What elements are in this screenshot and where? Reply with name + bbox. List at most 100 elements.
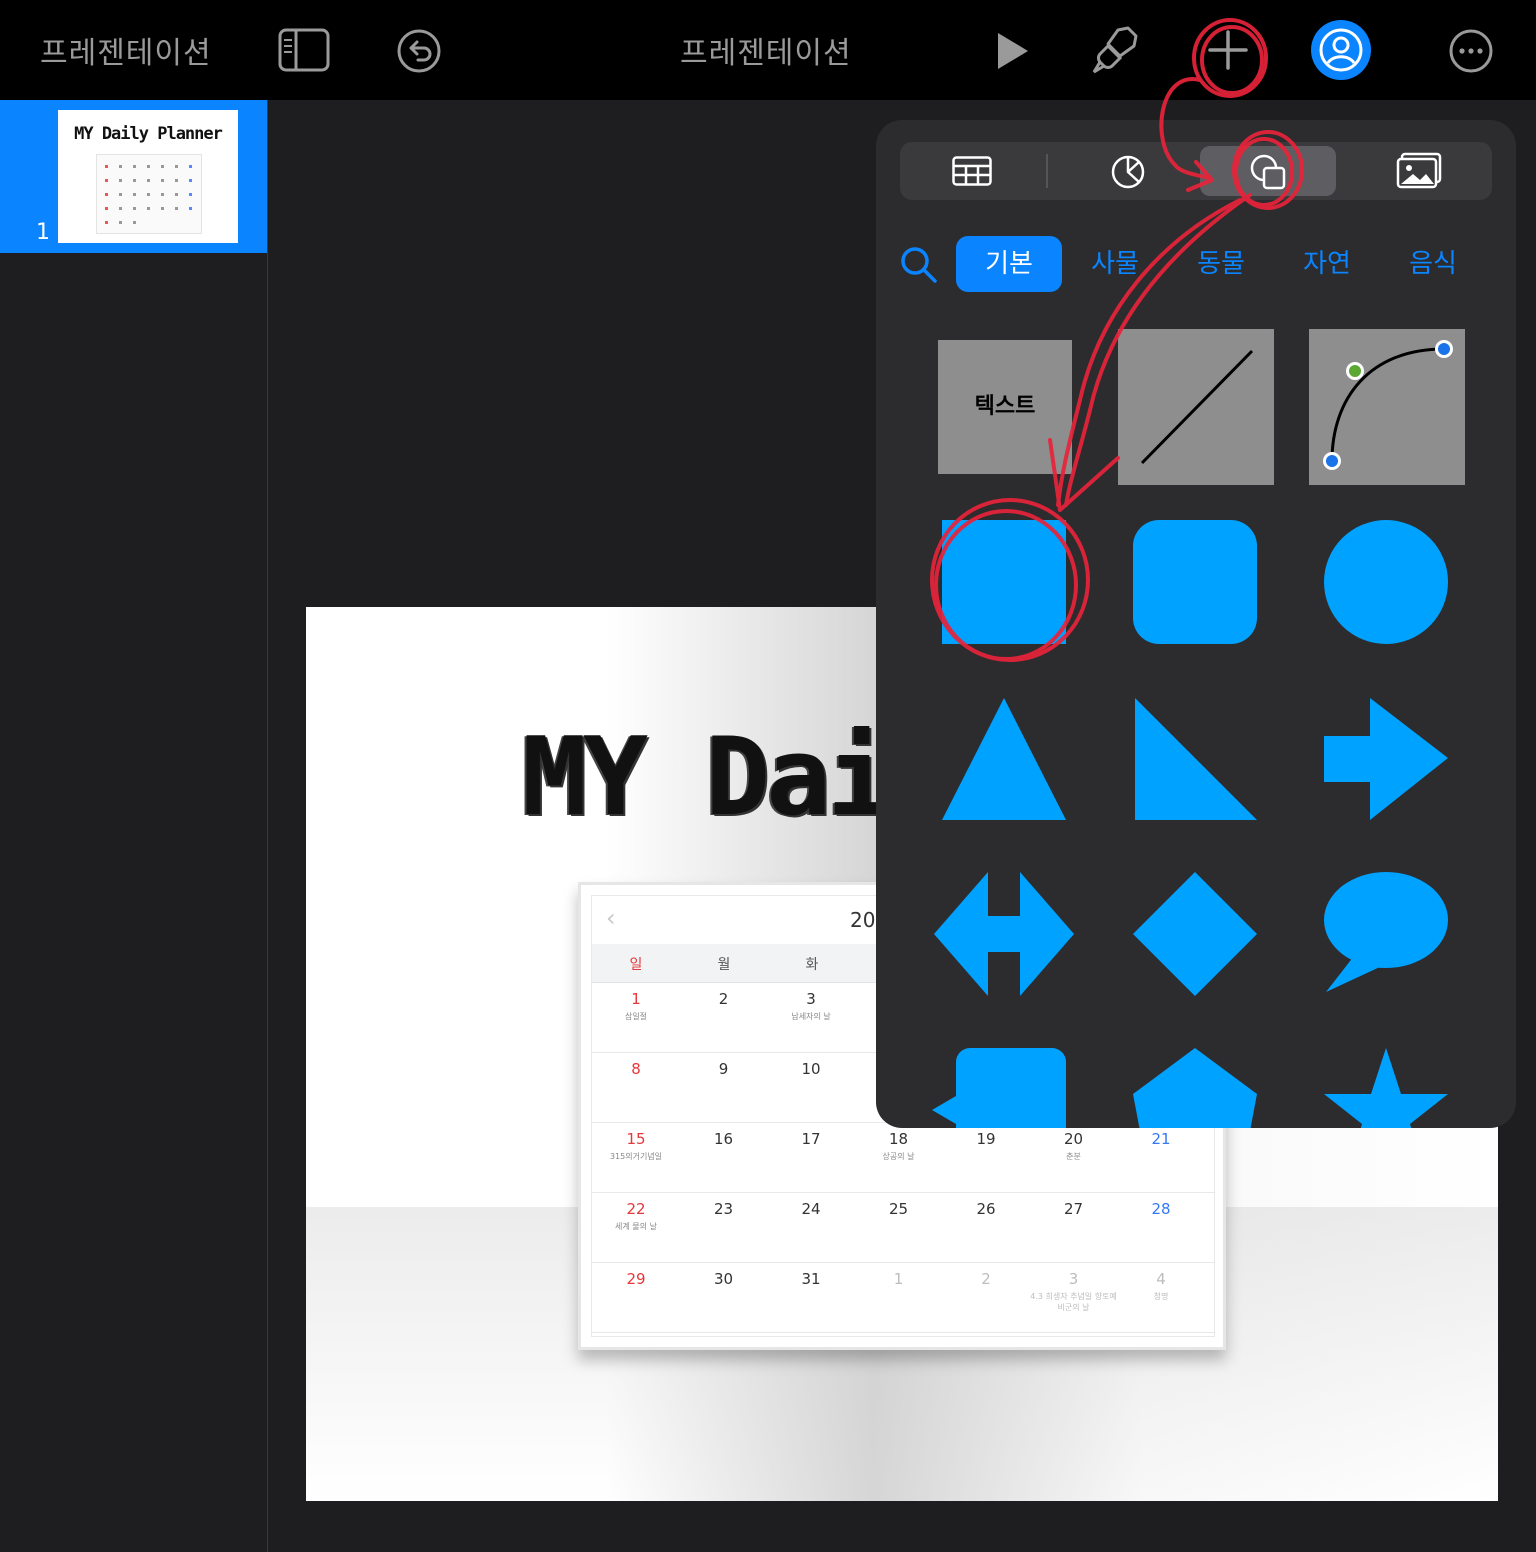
- calendar-day-number: 30: [713, 1270, 734, 1288]
- category-basic[interactable]: 기본: [956, 236, 1062, 292]
- callout-shape[interactable]: [932, 1048, 1068, 1128]
- calendar-day-cell: 16: [680, 1130, 768, 1148]
- calendar-day-number: 20: [1063, 1130, 1084, 1148]
- calendar-day-number: 29: [626, 1270, 646, 1288]
- calendar-day-cell: 24: [767, 1200, 855, 1218]
- play-icon[interactable]: [994, 30, 1032, 72]
- category-animals[interactable]: 동물: [1168, 236, 1274, 292]
- right-triangle-shape[interactable]: [1133, 696, 1259, 822]
- calendar-day-number: 27: [1063, 1200, 1084, 1218]
- weekday-label: 일: [629, 957, 643, 973]
- weekday-label: 월: [717, 957, 731, 973]
- top-toolbar: 프레젠테이션 프레젠테이션: [0, 0, 1536, 100]
- calendar-day-cell: 1: [855, 1270, 943, 1288]
- calendar-day-number: 1: [893, 1270, 904, 1288]
- calendar-day-number: 21: [1151, 1130, 1171, 1148]
- calendar-day-note: 삼일절: [624, 1012, 648, 1021]
- calendar-day-cell: 9: [680, 1060, 768, 1078]
- calendar-day-number: 17: [801, 1130, 821, 1148]
- calendar-day-number: 24: [801, 1200, 821, 1218]
- slide-thumbnail[interactable]: MY Daily Planner: [58, 110, 238, 243]
- circle-shape[interactable]: [1324, 520, 1450, 646]
- shapes-icon: [1250, 154, 1286, 190]
- paintbrush-icon[interactable]: [1090, 24, 1142, 78]
- calendar-day-number: 25: [888, 1200, 909, 1218]
- curve-shape[interactable]: [1309, 329, 1465, 485]
- category-nature[interactable]: 자연: [1274, 236, 1380, 292]
- insert-popover: 기본 사물 동물 자연 음식 텍스트: [876, 120, 1516, 1128]
- sidebar-toggle-icon[interactable]: [278, 28, 330, 72]
- calendar-day-cell: 22 세계 물의 날: [592, 1200, 680, 1232]
- calendar-day-cell: 3 납세자의 날: [767, 990, 855, 1022]
- pentagon-shape[interactable]: [1133, 1048, 1259, 1128]
- slide-number: 1: [36, 220, 50, 245]
- double-arrow-shape[interactable]: [934, 872, 1076, 998]
- calendar-day-note: 청명: [1153, 1292, 1169, 1301]
- calendar-day-number: 3: [1068, 1270, 1079, 1288]
- calendar-day-cell: 19: [942, 1130, 1030, 1148]
- insert-type-segmented-control: [900, 142, 1492, 200]
- calendar-day-cell: 17: [767, 1130, 855, 1148]
- calendar-day-number: 9: [718, 1060, 729, 1078]
- calendar-day-cell: 18 상공의 날: [855, 1130, 943, 1162]
- plus-icon[interactable]: [1206, 28, 1250, 72]
- calendar-day-cell: 2: [942, 1270, 1030, 1288]
- calendar-day-number: 1: [631, 990, 641, 1008]
- triangle-shape[interactable]: [942, 696, 1068, 822]
- undo-icon[interactable]: [396, 28, 442, 74]
- calendar-day-number: 8: [631, 1060, 641, 1078]
- slide-navigator: 1 MY Daily Planner: [0, 100, 268, 1552]
- calendar-day-cell: 3 4.3 희생자 추념일 향토예비군의 날: [1030, 1270, 1118, 1313]
- calendar-day-number: 3: [806, 990, 816, 1008]
- calendar-year: 20: [850, 908, 876, 932]
- rounded-square-shape[interactable]: [1133, 520, 1259, 646]
- calendar-day-note: 춘분: [1066, 1152, 1081, 1161]
- calendar-week-row: 22 세계 물의 날 23 24 25 26 27 28: [592, 1192, 1214, 1263]
- tab-chart[interactable]: [1060, 146, 1196, 196]
- calendar-day-cell: 20 춘분: [1030, 1130, 1118, 1162]
- segment-divider: [1046, 154, 1048, 188]
- calendar-day-number: 4: [1156, 1270, 1166, 1288]
- shape-category-bar: 기본 사물 동물 자연 음식: [876, 236, 1516, 292]
- weekday-label: 화: [805, 957, 819, 973]
- square-shape[interactable]: [942, 520, 1068, 646]
- calendar-day-number: 18: [888, 1130, 909, 1148]
- search-icon[interactable]: [900, 246, 938, 284]
- star-shape[interactable]: [1324, 1048, 1450, 1128]
- calendar-day-cell: 21: [1117, 1130, 1205, 1148]
- calendar-day-number: 2: [718, 990, 729, 1008]
- calendar-day-cell: 27: [1030, 1200, 1118, 1218]
- line-shape[interactable]: [1118, 329, 1274, 485]
- calendar-day-cell: 31: [767, 1270, 855, 1288]
- calendar-day-cell: 28: [1117, 1200, 1205, 1218]
- slide-thumbnail-row[interactable]: 1 MY Daily Planner: [0, 100, 267, 253]
- calendar-day-cell: 10: [767, 1060, 855, 1078]
- calendar-day-cell: 2: [680, 990, 768, 1008]
- calendar-day-note: 4.3 희생자 추념일 향토예비군의 날: [1030, 1292, 1117, 1312]
- calendar-day-number: 2: [981, 1270, 991, 1288]
- calendar-day-number: 15: [626, 1130, 646, 1148]
- tab-media[interactable]: [1350, 146, 1486, 196]
- speech-bubble-shape[interactable]: [1324, 872, 1450, 994]
- calendar-day-cell: 25: [855, 1200, 943, 1218]
- diamond-shape[interactable]: [1133, 872, 1259, 998]
- calendar-day-cell: 8: [592, 1060, 680, 1078]
- thumbnail-calendar: [96, 154, 202, 234]
- tab-table[interactable]: [904, 146, 1040, 196]
- calendar-day-number: 31: [801, 1270, 821, 1288]
- document-title[interactable]: 프레젠테이션: [40, 28, 212, 72]
- tab-shapes[interactable]: [1200, 146, 1336, 196]
- more-icon[interactable]: [1448, 28, 1494, 74]
- media-icon: [1396, 152, 1442, 189]
- calendar-day-number: 10: [801, 1060, 821, 1078]
- arrow-shape[interactable]: [1324, 696, 1450, 822]
- calendar-day-cell: 15 315의거기념일: [592, 1130, 680, 1162]
- category-objects[interactable]: 사물: [1062, 236, 1168, 292]
- collaborate-icon[interactable]: [1310, 19, 1372, 81]
- text-shape[interactable]: 텍스트: [938, 340, 1072, 474]
- calendar-day-number: 16: [713, 1130, 734, 1148]
- calendar-day-cell: 23: [680, 1200, 768, 1218]
- calendar-day-cell: 29: [592, 1270, 680, 1288]
- presentation-title: 프레젠테이션: [680, 36, 852, 71]
- category-food[interactable]: 음식: [1380, 236, 1486, 292]
